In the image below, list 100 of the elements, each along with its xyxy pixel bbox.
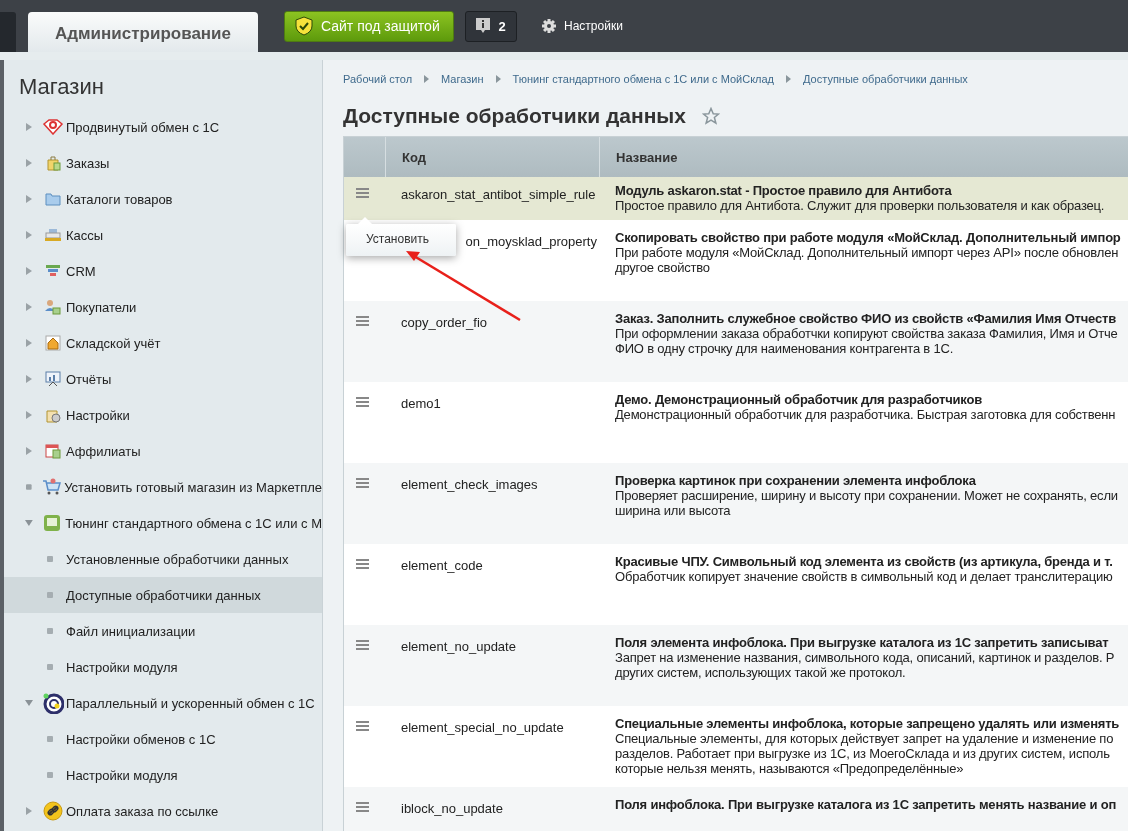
page-title: Доступные обработчики данных <box>343 104 686 128</box>
collapsed-arrow-icon[interactable] <box>25 159 33 167</box>
code-cell: iblock_no_update <box>401 801 503 816</box>
sidebar-item[interactable]: Покупатели <box>4 289 322 325</box>
table-row[interactable]: askaron_stat_antibot_simple_rule Модуль askaron.stat - Простое правило для Антибота Простое правило для Антибота. Служит для проверки пользователя и как образец. <box>344 177 1128 220</box>
sidebar-item[interactable]: Продвинутый обмен с 1С <box>4 109 322 145</box>
table-row[interactable]: element_check_images Проверка картинок при сохранении элемента инфоблока Проверяет расширение, ширину и высоту при сохранении. Может не сохранять, если ширина или высота <box>344 463 1128 544</box>
cash-register-icon <box>44 228 62 242</box>
handler-title: Модуль askaron.stat - Простое правило для Антибота <box>615 183 952 198</box>
collapsed-arrow-icon[interactable] <box>25 339 33 347</box>
chart-board-icon <box>45 371 61 387</box>
row-menu-button[interactable] <box>356 720 372 734</box>
row-menu-button[interactable] <box>356 315 372 329</box>
handler-title: Проверка картинок при сохранении элемента инфоблока <box>615 473 976 488</box>
sidebar-item[interactable]: Файл инициализации <box>4 613 322 649</box>
table-row[interactable] <box>344 625 1128 706</box>
row-menu-button[interactable] <box>356 396 372 410</box>
row-menu-button[interactable] <box>356 477 372 491</box>
row-menu-button[interactable] <box>356 639 372 653</box>
sidebar-item[interactable]: Аффилиаты <box>4 433 322 469</box>
code-cell: on_moysklad_property <box>465 234 597 249</box>
collapsed-arrow-icon[interactable] <box>25 807 33 815</box>
expanded-arrow-icon[interactable] <box>25 519 33 527</box>
handler-title: Специальные элементы инфоблока, которые запрещено удалять или изменять <box>615 716 1120 731</box>
bullet-icon <box>47 592 53 598</box>
handler-description: Демонстрационный обработчик для разработчика. Быстрая заготовка для собственн <box>615 407 1116 422</box>
sidebar-item[interactable]: Тюнинг стандартного обмена с 1С или с М <box>4 505 322 541</box>
sidebar-item[interactable]: Складской учёт <box>4 325 322 361</box>
sidebar-item[interactable]: Доступные обработчики данных <box>4 577 322 613</box>
bullet-icon <box>47 664 53 670</box>
chevron-icon <box>786 75 792 83</box>
collapsed-arrow-icon[interactable] <box>25 195 33 203</box>
sidebar-item[interactable]: Отчёты <box>4 361 322 397</box>
row-menu-button[interactable] <box>356 187 372 201</box>
handler-title: Заказ. Заполнить служебное свойство ФИО из свойств «Фамилия Имя Отчеств <box>615 311 1116 326</box>
handler-description: других систем, использующих такой же протокол. <box>615 665 906 680</box>
sidebar-item[interactable]: Настройки <box>4 397 322 433</box>
expanded-arrow-icon[interactable] <box>25 699 33 707</box>
breadcrumb-link[interactable]: Тюнинг стандартного обмена с 1С или с МойСклад <box>512 73 775 85</box>
sidebar-item[interactable]: Установленные обработчики данных <box>4 541 322 577</box>
handler-title: Демо. Демонстрационный обработчик для разработчиков <box>615 392 982 407</box>
sidebar-item[interactable]: Заказы <box>4 145 322 181</box>
collapsed-arrow-icon[interactable] <box>25 375 33 383</box>
code-cell: copy_order_fio <box>401 315 487 330</box>
gear-bag-icon <box>45 407 61 423</box>
chevron-icon <box>495 75 501 83</box>
target-icon <box>42 692 64 714</box>
bullet-icon <box>26 484 32 490</box>
row-menu-button[interactable] <box>356 801 372 815</box>
collapsed-arrow-icon[interactable] <box>25 123 33 131</box>
collapsed-arrow-icon[interactable] <box>25 411 33 419</box>
collapsed-arrow-icon[interactable] <box>25 447 33 455</box>
sidebar-item[interactable]: Установить готовый магазин из Маркетпле <box>4 469 322 505</box>
handler-description: При работе модуля «МойСклад. Дополнительный импорт через API» после обновлен <box>615 245 1119 260</box>
collapsed-arrow-icon[interactable] <box>25 231 33 239</box>
bullet-icon <box>47 736 53 742</box>
handler-description: другое свойство <box>615 260 710 275</box>
link-icon <box>43 801 63 821</box>
admin-tab[interactable]: Администрирование <box>28 12 258 52</box>
shield-check-icon <box>295 16 313 36</box>
table-row[interactable] <box>344 301 1128 382</box>
handler-description: ширина или высота <box>615 503 731 518</box>
settings-icon <box>542 19 556 33</box>
handler-description: ФИО в одну строчку для наименования контрагента в 1С. <box>615 341 954 356</box>
settings-button[interactable]: Настройки <box>536 18 629 34</box>
breadcrumb-link[interactable]: Магазин <box>441 73 484 85</box>
handler-title: Поля элемента инфоблока. При выгрузке каталога из 1С запретить записыват <box>615 635 1109 650</box>
bullet-icon <box>47 628 53 634</box>
code-cell: element_code <box>401 558 483 573</box>
sidebar-item[interactable]: Кассы <box>4 217 322 253</box>
handler-description: Простое правило для Антибота. Служит для проверки пользователя и как образец. <box>615 198 1105 213</box>
handler-title: Красивые ЧПУ. Символьный код элемента из свойств (из артикула, бренда и т. <box>615 554 1113 569</box>
sidebar-item[interactable]: Параллельный и ускоренный обмен с 1С <box>4 685 322 721</box>
sidebar-item[interactable]: Каталоги товаров <box>4 181 322 217</box>
breadcrumb-link[interactable]: Рабочий стол <box>343 73 413 85</box>
sidebar-item[interactable]: Настройки обменов с 1С <box>4 721 322 757</box>
info-icon <box>476 18 491 34</box>
chevron-icon <box>424 75 430 83</box>
sidebar-item[interactable]: Настройки модуля <box>4 649 322 685</box>
breadcrumb-link[interactable]: Доступные обработчики данных <box>803 73 968 85</box>
table-row[interactable]: iblock_no_update Поля инфоблока. При выгрузке каталога из 1С запретить менять название и оп <box>344 787 1128 831</box>
handler-description: Специальные элементы, для которых действует запрет на удаление и изменение по <box>615 731 1114 746</box>
sidebar-title: Магазин <box>18 74 105 101</box>
bullet-icon <box>47 556 53 562</box>
collapsed-arrow-icon[interactable] <box>25 267 33 275</box>
collapsed-arrow-icon[interactable] <box>25 303 33 311</box>
sidebar-item[interactable]: Настройки модуля <box>4 757 322 793</box>
code-cell: askaron_stat_antibot_simple_rule <box>401 187 596 202</box>
handler-description: Проверяет расширение, ширину и высоту при сохранении. Может не сохранять, если <box>615 488 1118 503</box>
row-menu-button[interactable] <box>356 558 372 572</box>
house-icon <box>45 335 61 351</box>
star-icon[interactable] <box>701 107 720 125</box>
logo-icon <box>42 119 64 135</box>
users-icon <box>45 299 61 315</box>
handler-description: которые нельзя менять, называются «Предопределённые» <box>615 761 964 776</box>
install-menu-item[interactable]: Установить <box>346 228 456 252</box>
sidebar-item[interactable]: Оплата заказа по ссылке <box>4 793 322 829</box>
notifications-button[interactable]: 2 <box>465 10 517 42</box>
handler-title: Скопировать свойство при работе модуля «МойСклад. Дополнительный импор <box>615 230 1121 245</box>
sidebar-item[interactable]: CRM <box>4 253 322 289</box>
